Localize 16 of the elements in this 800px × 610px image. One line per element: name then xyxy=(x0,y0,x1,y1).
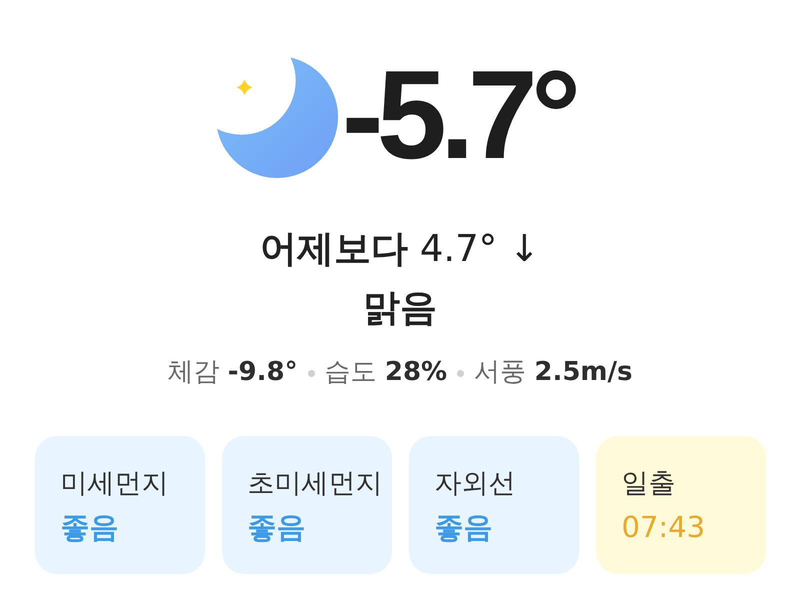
weather-detail: 습도 28% xyxy=(324,356,448,390)
card-label: 초미세먼지 xyxy=(248,466,382,501)
weather-detail: 체감 -9.8° xyxy=(167,356,298,390)
card-value: 좋음 xyxy=(434,509,492,546)
card-value: 07:43 xyxy=(622,509,706,546)
weather-condition: 맑음 xyxy=(363,285,437,332)
card-value: 좋음 xyxy=(248,509,306,546)
temperature-reading: -5.7° xyxy=(342,52,574,178)
card-label: 미세먼지 xyxy=(60,466,168,501)
card-label: 자외선 xyxy=(434,466,516,501)
weather-detail: 서풍 2.5m/s xyxy=(474,356,632,390)
separator-dot-icon xyxy=(308,370,315,377)
card-label: 일출 xyxy=(622,466,676,501)
separator-dot-icon xyxy=(457,370,464,377)
card-value: 좋음 xyxy=(60,509,118,546)
temperature-comparison: 어제보다 4.7° ↓ xyxy=(260,226,540,272)
